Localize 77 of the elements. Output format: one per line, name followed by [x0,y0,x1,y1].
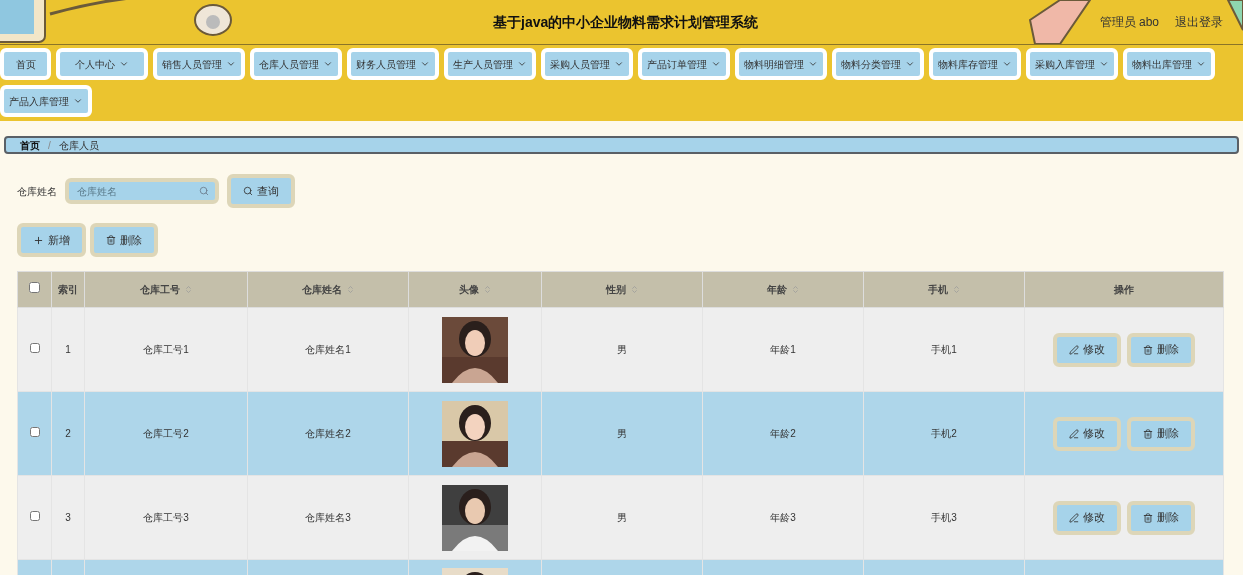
logout-link[interactable]: 退出登录 [1175,13,1223,31]
row-checkbox[interactable] [29,343,40,353]
table-cell: 年龄3 [770,512,796,523]
row-index: 1 [65,344,71,355]
nav-menu-item[interactable]: 生产人员管理 [444,48,536,80]
row-checkbox[interactable] [29,511,40,521]
trash-icon [1143,512,1153,523]
search-icon [199,186,209,196]
query-button[interactable]: 查询 [227,174,295,208]
table-cell: 男 [617,512,627,523]
table-cell: 仓库工号3 [143,512,189,523]
delete-button[interactable]: 删除 [1127,500,1195,535]
table-cell: 仓库工号1 [143,344,189,355]
table-cell: 手机3 [931,512,957,523]
nav-menu-item[interactable]: 销售人员管理 [153,48,245,80]
table-cell: 手机1 [931,344,957,355]
column-header: 手机 [927,283,948,297]
nav-menu-item[interactable]: 首页 [0,48,51,80]
delete-button[interactable]: 删除 [90,223,158,257]
sort-icon[interactable] [183,285,193,294]
column-header: 头像 [458,283,479,297]
nav-menu-item[interactable]: 采购入库管理 [1026,48,1118,80]
edit-button[interactable]: 修改 [1053,416,1121,451]
nav-menu-item[interactable]: 财务人员管理 [347,48,439,80]
table-cell: 仓库姓名1 [305,344,351,355]
column-header: 年龄 [766,283,787,297]
pen-icon [1069,344,1079,355]
row-checkbox[interactable] [29,427,40,437]
search-field[interactable]: 仓库姓名 [65,178,219,204]
table-cell: 仓库工号2 [143,428,189,439]
search-icon [243,186,253,196]
table-cell: 手机2 [931,428,957,439]
sort-icon[interactable] [951,285,961,294]
table-cell: 男 [617,344,627,355]
column-header: 仓库工号 [139,283,180,297]
trash-icon [1143,344,1153,355]
nav-menu-item[interactable]: 产品订单管理 [638,48,730,80]
row-index: 3 [65,512,71,523]
edit-button[interactable]: 修改 [1053,332,1121,367]
table-cell: 男 [617,428,627,439]
table-cell: 仓库姓名2 [305,428,351,439]
plus-icon [33,234,44,246]
breadcrumb-link[interactable]: 首页 [20,137,40,153]
app-title: 基于java的中小企业物料需求计划管理系统 [493,12,759,32]
trash-icon [1143,428,1153,439]
nav-menu-item[interactable]: 个人中心 [56,48,148,80]
add-button[interactable]: 新增 [17,223,86,257]
pen-icon [1069,512,1079,523]
table-cell: 仓库姓名3 [305,512,351,523]
sort-icon[interactable] [629,285,639,294]
breadcrumb-current: 仓库人员 [58,138,99,153]
row-index: 2 [65,428,71,439]
delete-button[interactable]: 删除 [1127,332,1195,367]
sort-icon[interactable] [790,285,800,294]
column-header: 仓库姓名 [301,283,342,297]
select-all-checkbox[interactable] [29,282,40,293]
sort-icon[interactable] [345,285,355,294]
column-header: 操作 [1114,283,1134,297]
search-label: 仓库姓名 [17,184,57,199]
delete-button[interactable]: 删除 [1127,416,1195,451]
edit-button[interactable]: 修改 [1053,500,1121,535]
trash-icon [106,235,116,245]
nav-menu-item[interactable]: 物料出库管理 [1123,48,1215,80]
sort-icon[interactable] [482,285,492,294]
table-cell: 年龄2 [770,428,796,439]
nav-menu-item[interactable]: 仓库人员管理 [250,48,342,80]
column-header: 性别 [605,283,626,297]
pen-icon [1069,428,1079,439]
table-cell: 年龄1 [770,344,796,355]
nav-menu-item[interactable]: 物料分类管理 [832,48,924,80]
user-name: 管理员 abo [1099,14,1159,31]
nav-menu-item[interactable]: 物料库存管理 [929,48,1021,80]
nav-menu-item[interactable]: 采购人员管理 [541,48,633,80]
nav-menu-item[interactable]: 产品入库管理 [0,85,92,117]
nav-menu-item[interactable]: 物料明细管理 [735,48,827,80]
column-header: 索引 [58,283,78,297]
breadcrumb-separator: / [48,138,51,153]
